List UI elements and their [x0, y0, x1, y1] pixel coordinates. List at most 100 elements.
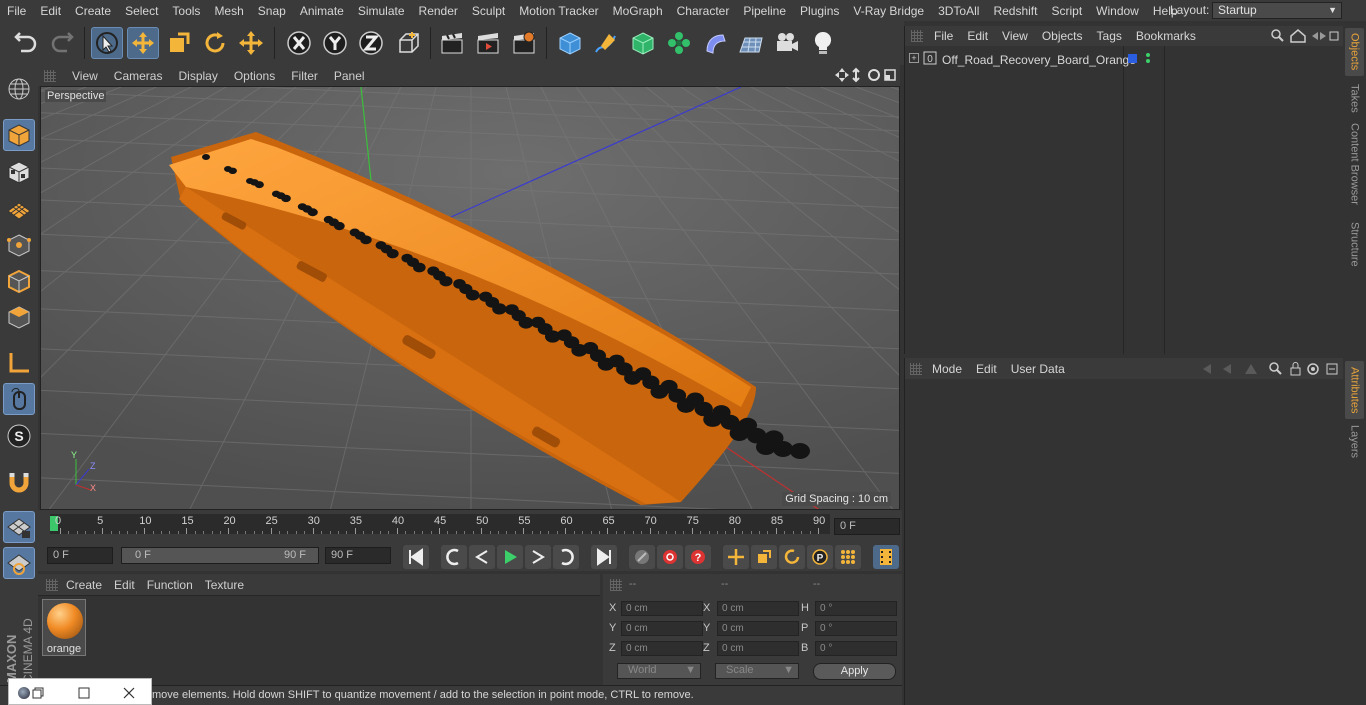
texture-mode-button[interactable]	[3, 156, 35, 188]
polygons-mode-button[interactable]	[3, 301, 35, 333]
menu-pipeline[interactable]: Pipeline	[736, 4, 793, 18]
object-manager-tools[interactable]	[1270, 28, 1340, 44]
object-name[interactable]: Off_Road_Recovery_Board_Orange	[942, 53, 1136, 67]
rotation-key-button[interactable]	[779, 545, 805, 569]
tweak-mode-button[interactable]	[3, 383, 35, 415]
record-active-objects-button[interactable]	[629, 545, 655, 569]
deformer-button[interactable]	[699, 27, 731, 59]
material-swatch[interactable]: orange	[42, 599, 86, 656]
menu-edit[interactable]: Edit	[33, 4, 68, 18]
workplane-mode-button[interactable]	[3, 192, 35, 224]
attribute-menu-edit[interactable]: Edit	[969, 362, 1004, 376]
attribute-manager-tools[interactable]	[1201, 361, 1341, 377]
coord-value-field[interactable]: 0 cm	[717, 621, 799, 636]
menu-animate[interactable]: Animate	[293, 4, 351, 18]
magnet-button[interactable]	[3, 466, 35, 498]
timeline[interactable]: 051015202530354045505560657075808590 0 F	[38, 510, 902, 543]
viewport-menu-panel[interactable]: Panel	[326, 69, 373, 83]
object-menu-file[interactable]: File	[927, 29, 960, 43]
pen-spline-button[interactable]	[590, 27, 622, 59]
coordinate-system-button[interactable]	[393, 27, 425, 59]
rotate-tool-button[interactable]	[199, 27, 231, 59]
next-frame-button[interactable]	[525, 545, 551, 569]
autokeying-button[interactable]	[657, 545, 683, 569]
parameter-key-button[interactable]: P	[807, 545, 833, 569]
menu-script[interactable]: Script	[1044, 4, 1089, 18]
undo-button[interactable]	[10, 27, 42, 59]
scale-key-button[interactable]	[751, 545, 777, 569]
object-menu-bookmarks[interactable]: Bookmarks	[1129, 29, 1203, 43]
menu-motion-tracker[interactable]: Motion Tracker	[512, 4, 605, 18]
menu-simulate[interactable]: Simulate	[351, 4, 412, 18]
tab-layers[interactable]: Layers	[1345, 424, 1364, 460]
go-to-start-button[interactable]	[403, 545, 429, 569]
coord-value-field[interactable]: 0 °	[815, 641, 897, 656]
play-button[interactable]	[497, 545, 523, 569]
subdivision-button[interactable]	[627, 27, 659, 59]
close-icon[interactable]	[122, 686, 136, 700]
coordinate-space-dropdown[interactable]: World▼	[617, 663, 701, 679]
coord-value-field[interactable]: 0 cm	[621, 641, 703, 656]
viewport-menu-options[interactable]: Options	[226, 69, 283, 83]
window-thumbnail-popup[interactable]	[8, 678, 152, 705]
menu-v-ray-bridge[interactable]: V-Ray Bridge	[846, 4, 931, 18]
restore-icon[interactable]	[31, 686, 45, 700]
points-mode-button[interactable]	[3, 229, 35, 261]
menu-redshift[interactable]: Redshift	[986, 4, 1044, 18]
render-picture-viewer-button[interactable]	[472, 27, 504, 59]
end-frame-field[interactable]: 90 F	[325, 547, 391, 564]
viewport-menu-filter[interactable]: Filter	[283, 69, 326, 83]
attribute-menu-mode[interactable]: Mode	[925, 362, 969, 376]
light-button[interactable]	[807, 27, 839, 59]
menu-snap[interactable]: Snap	[251, 4, 293, 18]
maximize-icon[interactable]	[77, 686, 91, 700]
live-selection-button[interactable]	[91, 27, 123, 59]
axis-mode-button[interactable]	[3, 347, 35, 379]
coord-value-field[interactable]: 0 cm	[621, 601, 703, 616]
previous-key-button[interactable]	[441, 545, 467, 569]
material-menu-create[interactable]: Create	[60, 578, 108, 592]
keyframe-selection-button[interactable]: ?	[685, 545, 711, 569]
viewport-menu-cameras[interactable]: Cameras	[106, 69, 171, 83]
layout-dropdown[interactable]: Startup▼	[1212, 2, 1342, 19]
point-level-key-button[interactable]	[835, 545, 861, 569]
material-menu-texture[interactable]: Texture	[199, 578, 250, 592]
viewport-nav-icons[interactable]	[834, 67, 898, 83]
y-axis-lock-button[interactable]	[319, 27, 351, 59]
previous-frame-button[interactable]	[469, 545, 495, 569]
menu-plugins[interactable]: Plugins	[793, 4, 846, 18]
coord-value-field[interactable]: 0 °	[815, 601, 897, 616]
model-mode-button[interactable]	[3, 119, 35, 151]
render-settings-button[interactable]	[508, 27, 540, 59]
render-view-button[interactable]	[436, 27, 468, 59]
viewport-menu-view[interactable]: View	[64, 69, 106, 83]
tab-structure[interactable]: Structure	[1345, 218, 1364, 270]
move-tool-button[interactable]	[127, 27, 159, 59]
menu-render[interactable]: Render	[412, 4, 465, 18]
attribute-menu-user-data[interactable]: User Data	[1004, 362, 1072, 376]
menu-file[interactable]: File	[0, 4, 33, 18]
timeline-window-button[interactable]	[873, 545, 899, 569]
editor-visibility-dot[interactable]	[1146, 53, 1150, 57]
render-visibility-dot[interactable]	[1146, 59, 1150, 63]
current-frame-field[interactable]: 0 F	[834, 518, 900, 535]
menu-character[interactable]: Character	[670, 4, 737, 18]
material-menu-function[interactable]: Function	[141, 578, 199, 592]
frame-range-slider[interactable]: 0 F 90 F	[121, 547, 319, 564]
object-menu-edit[interactable]: Edit	[960, 29, 995, 43]
floor-button[interactable]	[735, 27, 767, 59]
menu-window[interactable]: Window	[1089, 4, 1146, 18]
scale-tool-button[interactable]	[163, 27, 195, 59]
object-menu-objects[interactable]: Objects	[1035, 29, 1090, 43]
position-key-button[interactable]	[723, 545, 749, 569]
menu-mesh[interactable]: Mesh	[207, 4, 250, 18]
viewport-menu-display[interactable]: Display	[170, 69, 225, 83]
expand-toggle-icon[interactable]: +	[909, 53, 919, 63]
edges-mode-button[interactable]	[3, 265, 35, 297]
menu-select[interactable]: Select	[118, 4, 165, 18]
coordinate-mode-dropdown[interactable]: Scale▼	[715, 663, 799, 679]
x-axis-lock-button[interactable]	[283, 27, 315, 59]
cloner-button[interactable]	[663, 27, 695, 59]
material-menu-edit[interactable]: Edit	[108, 578, 141, 592]
recent-tool-button[interactable]	[235, 27, 267, 59]
